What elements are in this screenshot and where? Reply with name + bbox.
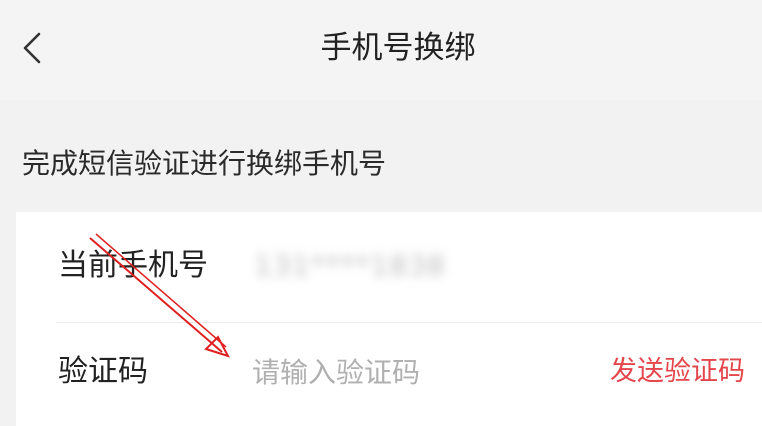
verification-code-label: 验证码 bbox=[58, 354, 148, 389]
page-title: 手机号换绑 bbox=[320, 30, 476, 66]
current-phone-value: 131****1838 bbox=[254, 249, 446, 282]
phone-rebind-page: 手机号换绑 完成短信验证进行换绑手机号 当前手机号 131****1838 验证… bbox=[0, 0, 762, 426]
verification-code-input[interactable] bbox=[252, 350, 552, 394]
send-code-button[interactable]: 发送验证码 bbox=[610, 350, 745, 394]
current-phone-row: 当前手机号 131****1838 bbox=[16, 212, 762, 322]
form-card: 当前手机号 131****1838 验证码 发送验证码 bbox=[16, 212, 762, 426]
verification-code-row: 验证码 发送验证码 bbox=[16, 322, 762, 426]
top-bar: 手机号换绑 bbox=[0, 0, 762, 100]
current-phone-label: 当前手机号 bbox=[58, 248, 208, 283]
verification-hint: 完成短信验证进行换绑手机号 bbox=[22, 147, 387, 180]
